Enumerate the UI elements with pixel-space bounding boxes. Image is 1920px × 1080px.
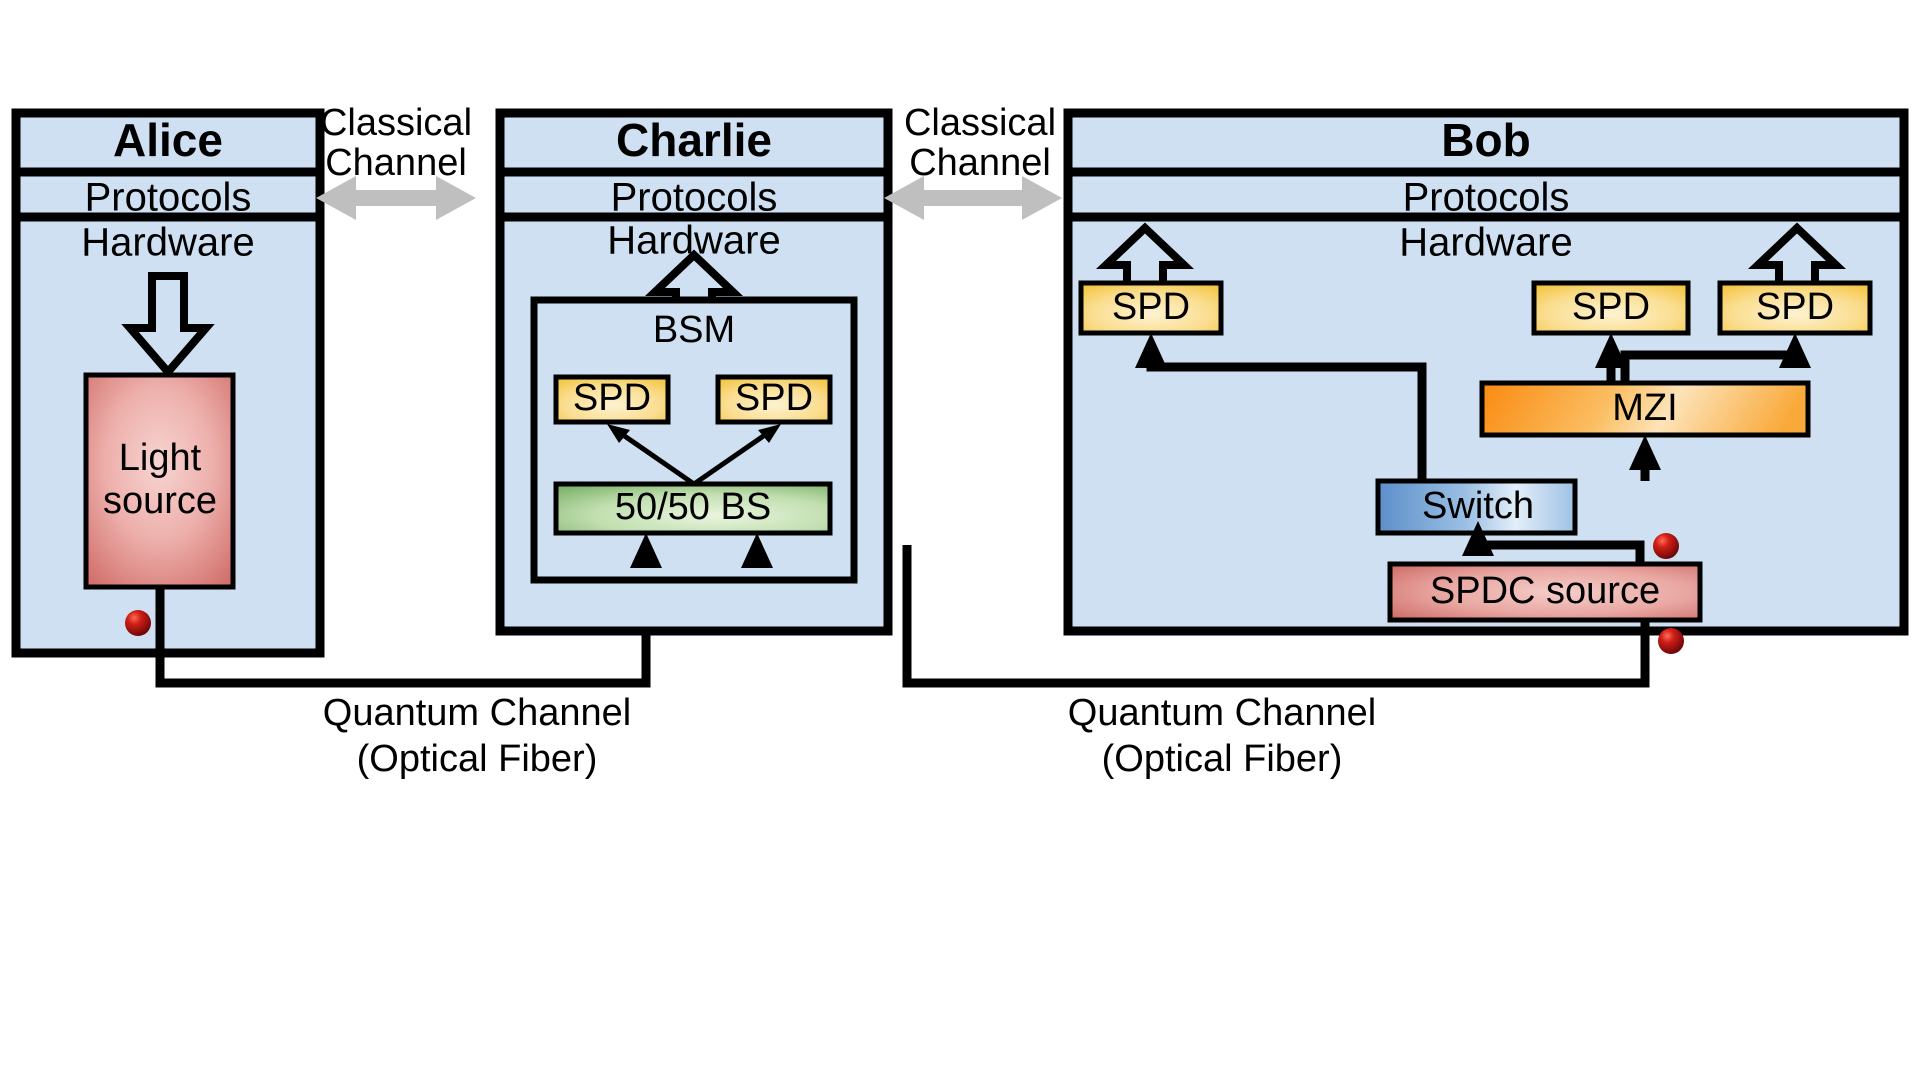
charlie-spd-right-label: SPD (735, 377, 813, 419)
quantum-channel-2-label-line1: Quantum Channel (1068, 692, 1376, 734)
quantum-channel-2-label-line2: (Optical Fiber) (1102, 738, 1343, 780)
bob-spd-3-label: SPD (1756, 286, 1834, 328)
bsm-label: BSM (653, 309, 735, 351)
quantum-channel-1-label-line1: Quantum Channel (323, 692, 631, 734)
quantum-channel-1-label-line2: (Optical Fiber) (357, 738, 598, 780)
charlie-spd-left-label: SPD (573, 377, 651, 419)
charlie-title: Charlie (616, 114, 772, 166)
bob-title: Bob (1441, 114, 1530, 166)
light-source-label-line2: source (103, 480, 217, 522)
bob-spd-1-label: SPD (1112, 286, 1190, 328)
photon-bob-switch (1653, 533, 1679, 559)
figure-canvas: Alice Protocols Hardware Light source Cl… (0, 0, 1920, 1080)
classical-channel-2-label-line1: Classical (904, 102, 1056, 144)
bob-layer-protocols: Protocols (1403, 176, 1570, 220)
classical-channel-charlie-bob: Classical Channel (884, 102, 1062, 220)
mzi-label: MZI (1612, 387, 1677, 429)
classical-channel-2-label-line2: Channel (909, 142, 1051, 184)
party-charlie: Charlie Protocols Hardware BSM SPD SPD 5… (495, 108, 893, 636)
network-diagram: Alice Protocols Hardware Light source Cl… (11, 102, 1909, 780)
bob-spd-2-label: SPD (1572, 286, 1650, 328)
photon-bob-fiber (1658, 628, 1684, 654)
charlie-layer-protocols: Protocols (611, 176, 778, 220)
alice-title: Alice (113, 114, 223, 166)
switch-label: Switch (1422, 485, 1534, 527)
beamsplitter-label: 50/50 BS (615, 486, 771, 528)
alice-layer-protocols: Protocols (85, 176, 252, 220)
photon-alice (125, 610, 151, 636)
classical-channel-1-label-line1: Classical (320, 102, 472, 144)
classical-channel-alice-charlie: Classical Channel (316, 102, 476, 220)
bob-layer-hardware: Hardware (1399, 221, 1572, 265)
spdc-source-label: SPDC source (1430, 570, 1660, 612)
alice-layer-hardware: Hardware (81, 221, 254, 265)
quantum-channel-labels: Quantum Channel (Optical Fiber) Quantum … (323, 692, 1376, 780)
classical-channel-1-label-line2: Channel (325, 142, 467, 184)
light-source-label-line1: Light (119, 437, 202, 479)
